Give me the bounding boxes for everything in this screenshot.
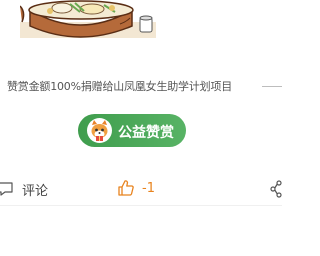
like-count: -1	[142, 181, 155, 196]
comment-label: 评论	[22, 184, 49, 199]
comment-icon	[0, 181, 13, 200]
like-button[interactable]: -1	[117, 178, 167, 200]
arrow-left-icon	[262, 86, 282, 87]
article-footer: 赞赏金额100%捐赠给山凤凰女生助学计划项目 公益赞赏 评论 -1	[0, 0, 282, 256]
thumbs-up-icon	[117, 179, 135, 201]
share-button[interactable]	[270, 180, 282, 198]
charity-reward-button[interactable]: 公益赞赏	[78, 114, 186, 147]
charity-reward-label: 公益赞赏	[118, 125, 174, 141]
donation-note: 赞赏金额100%捐赠给山凤凰女生助学计划项目	[0, 75, 282, 95]
donation-note-text: 赞赏金额100%捐赠给山凤凰女生助学计划项目	[7, 80, 233, 93]
article-illustration	[20, 0, 156, 38]
action-bar: 评论 -1	[0, 172, 282, 206]
fox-mascot-icon	[87, 118, 112, 143]
share-icon	[270, 180, 282, 202]
